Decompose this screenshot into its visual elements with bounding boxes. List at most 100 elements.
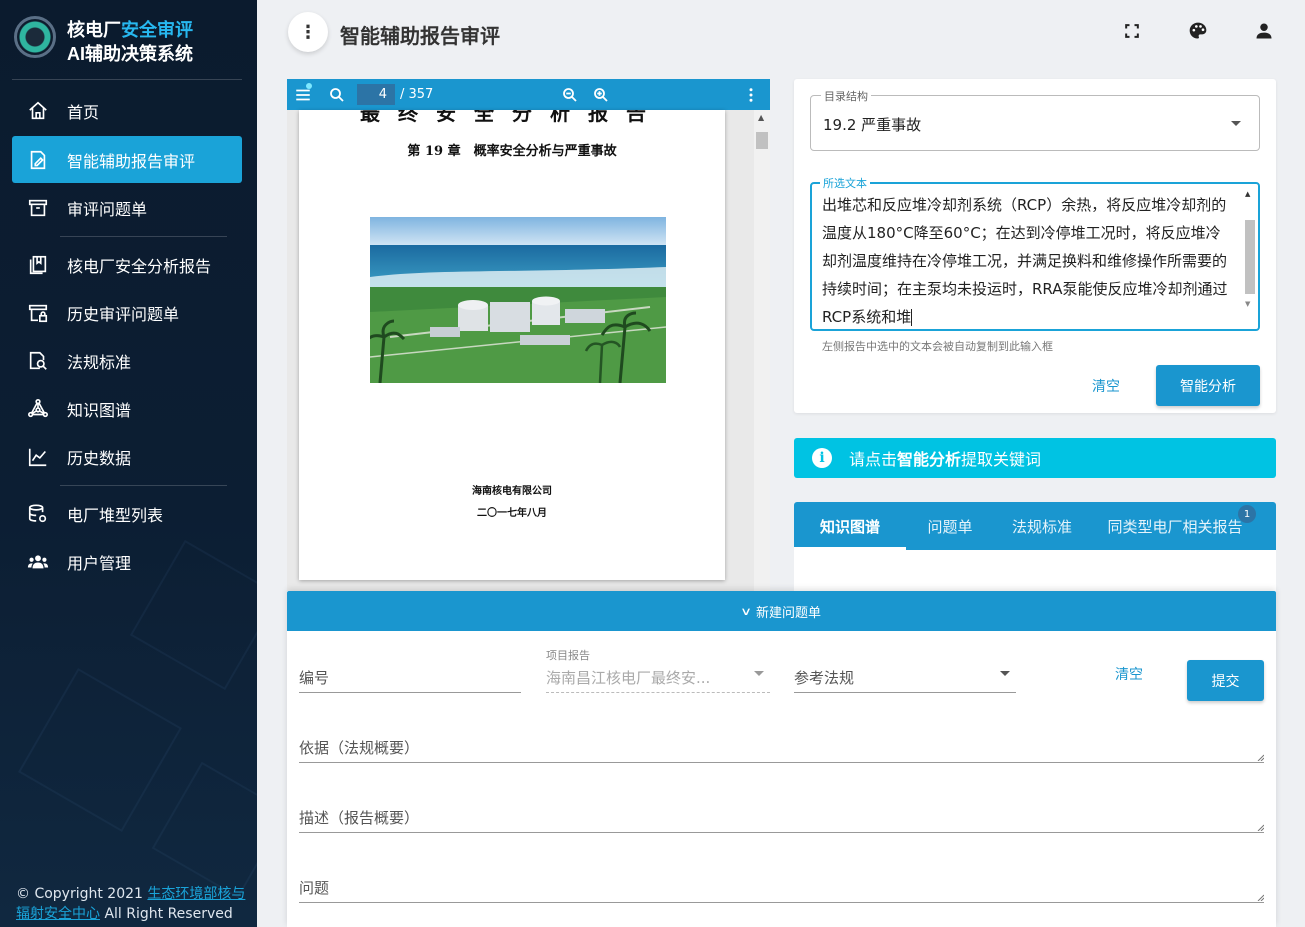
tab-regulations[interactable]: 法规标准 [994,502,1090,550]
chevron-down-icon [1231,121,1241,126]
more-vert-icon[interactable]: ⋮ [288,12,328,52]
document-search-icon [26,350,50,372]
clear-button[interactable]: 清空 [1084,368,1128,404]
divider [12,79,242,80]
scroll-down-icon[interactable]: ▼ [1245,300,1250,308]
sidebar-item-label: 法规标准 [67,352,132,372]
background-hexagon [18,668,182,832]
viewer-scrollbar[interactable]: ▲ [754,110,770,591]
number-field[interactable]: 编号 [299,659,521,693]
sidebar-item-label: 知识图谱 [67,400,132,420]
description-label: 描述（报告概要） [299,809,420,827]
directory-select[interactable]: 目录结构 19.2 严重事故 [810,88,1260,151]
zoom-out-icon[interactable] [560,85,580,105]
sidebar-item-label: 用户管理 [67,553,132,573]
resize-handle-icon[interactable] [1256,893,1264,901]
sidebar-item-reactor-types[interactable]: 电厂堆型列表 [12,490,242,537]
chevron-down-icon [1000,671,1010,676]
logo-icon [14,16,56,58]
nuclear-plant-photo [370,217,666,383]
form-clear-button[interactable]: 清空 [1115,664,1143,684]
graph-network-icon [26,398,50,420]
page-number-input[interactable]: 4 [357,84,395,105]
submit-button[interactable]: 提交 [1187,660,1264,701]
analyze-button[interactable]: 智能分析 [1156,365,1260,406]
sidebar-item-label: 审评问题单 [67,199,148,219]
users-icon [26,551,50,573]
account-icon[interactable] [1249,16,1279,46]
palette-icon[interactable] [1183,16,1213,46]
results-tabs: 知识图谱 问题单 法规标准 同类型电厂相关报告 1 [794,502,1276,602]
basis-field[interactable]: 依据（法规概要） [299,729,1264,763]
document-page[interactable]: 最终安全分析报告 第 19 章 概率安全分析与严重事故 海南核电有限公司 二〇一… [299,110,725,580]
project-report-label: 项目报告 [546,649,590,662]
archive-box-icon [26,197,50,219]
description-field[interactable]: 描述（报告概要） [299,799,1264,833]
sidebar: 核电厂安全审评 AI辅助决策系统 首页 智能辅助报告审评 审评问题单 核电厂安全… [0,0,257,927]
selected-text-field[interactable]: 所选文本 出堆芯和反应堆冷却剂系统（RCP）余热，将反应堆冷却剂的温度从180°… [810,175,1260,331]
regulation-label: 参考法规 [794,669,855,687]
text-cursor [911,309,913,326]
selection-panel: 目录结构 19.2 严重事故 所选文本 出堆芯和反应堆冷却剂系统（RCP）余热，… [794,79,1276,413]
book-icon [26,254,50,276]
sidebar-item-home[interactable]: 首页 [12,87,242,134]
textarea-scrollbar[interactable]: ▲ ▼ [1242,188,1256,328]
question-label: 问题 [299,879,330,897]
scrollbar-thumb[interactable] [756,132,768,149]
page-total: / 357 [400,87,434,102]
scroll-up-icon[interactable]: ▲ [1245,190,1250,198]
sidebar-item-label: 核电厂安全分析报告 [67,256,212,276]
alert-text-prefix: 请点击 [849,450,898,469]
new-issue-header[interactable]: ∨ 新建问题单 [287,591,1276,631]
sidebar-item-user-management[interactable]: 用户管理 [12,538,242,585]
tab-knowledge-graph[interactable]: 知识图谱 [794,502,906,550]
fullscreen-icon[interactable] [1117,16,1147,46]
tab-similar-plant-reports[interactable]: 同类型电厂相关报告 [1090,502,1260,550]
sidebar-item-regulations[interactable]: 法规标准 [12,337,242,384]
search-icon[interactable] [327,85,347,105]
info-alert: i 请点击智能分析提取关键词 [794,438,1276,478]
sidebar-item-safety-reports[interactable]: 核电厂安全分析报告 [12,241,242,288]
scrollbar-thumb[interactable] [1245,220,1255,294]
regulation-select[interactable]: 参考法规 [794,659,1016,693]
sidebar-item-review-issues[interactable]: 审评问题单 [12,184,242,231]
background-hexagon [151,761,257,899]
copyright: © Copyright 2021 生态环境部核与辐射安全中心 All Right… [16,884,246,924]
chevron-down-icon [754,671,764,676]
sidebar-item-history-issues[interactable]: 历史审评问题单 [12,289,242,336]
database-gear-icon [26,503,50,525]
document-date: 二〇一七年八月 [477,508,547,519]
sidebar-item-history-data[interactable]: 历史数据 [12,433,242,480]
question-field[interactable]: 问题 [299,869,1264,903]
selected-text-content[interactable]: 出堆芯和反应堆冷却剂系统（RCP）余热，将反应堆冷却剂的温度从180°C降至60… [822,191,1232,331]
document-company: 海南核电有限公司 [472,486,552,497]
pdf-viewer: 4 / 357 最终安全分析报告 第 19 章 概率安全分析与严重事故 海南核电… [287,79,770,591]
tab-bar: 知识图谱 问题单 法规标准 同类型电厂相关报告 1 [794,502,1276,550]
scroll-up-icon[interactable]: ▲ [758,113,764,122]
brand-subtitle: AI辅助决策系统 [67,44,193,64]
divider [60,236,227,237]
selection-hint: 左侧报告中选中的文本会被自动复制到此输入框 [822,340,1053,353]
line-chart-icon [26,446,50,468]
sidebar-item-label: 历史审评问题单 [67,304,180,324]
sidebar-item-label: 电厂堆型列表 [67,505,164,525]
selected-text-label: 所选文本 [820,175,870,191]
chevron-down-icon: ∨ [739,604,753,618]
sidebar-item-knowledge-graph[interactable]: 知识图谱 [12,385,242,432]
tab-badge: 1 [1238,505,1256,523]
tab-issues[interactable]: 问题单 [906,502,994,550]
home-icon [26,100,50,122]
directory-label: 目录结构 [821,88,871,104]
brand-title: 核电厂安全审评 [67,20,193,40]
basis-label: 依据（法规概要） [299,739,420,757]
document-chapter: 第 19 章 概率安全分析与严重事故 [407,144,617,159]
edit-document-icon [26,149,50,171]
resize-handle-icon[interactable] [1256,753,1264,761]
locked-archive-icon [26,302,50,324]
zoom-in-icon[interactable] [591,85,611,105]
more-vert-icon[interactable] [741,85,761,105]
sidebar-item-label: 历史数据 [67,448,132,468]
sidebar-item-report-review[interactable]: 智能辅助报告审评 [12,136,242,183]
resize-handle-icon[interactable] [1256,823,1264,831]
page-title: 智能辅助报告审评 [340,24,500,48]
